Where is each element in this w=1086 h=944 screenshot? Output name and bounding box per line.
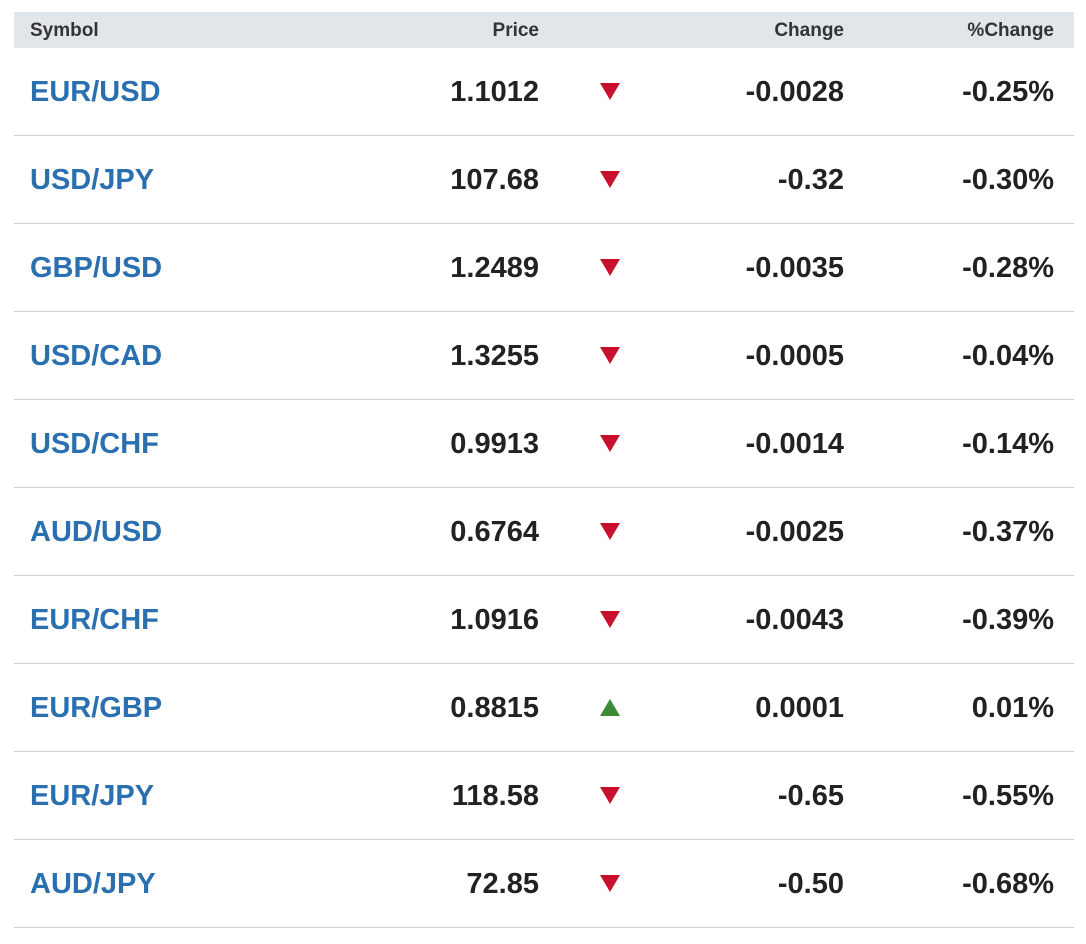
down-arrow-icon: [600, 346, 620, 364]
symbol-link[interactable]: USD/CHF: [30, 400, 159, 488]
direction-cell: [598, 752, 622, 840]
change-value: -0.0005: [745, 340, 844, 372]
change-value: -0.50: [777, 868, 844, 900]
down-arrow-icon: [600, 522, 620, 540]
pct-change-value: -0.25%: [962, 76, 1054, 108]
down-arrow-icon: [600, 258, 620, 276]
change-value: -0.0043: [745, 604, 844, 636]
symbol-link[interactable]: GBP/USD: [30, 224, 162, 312]
pct-change-value: -0.14%: [962, 428, 1054, 460]
symbol-link[interactable]: USD/JPY: [30, 136, 154, 224]
header-price[interactable]: Price: [493, 12, 539, 50]
pct-change-value: -0.68%: [962, 868, 1054, 900]
table-row: EUR/USD 1.1012 -0.0028 -0.25%: [14, 48, 1074, 136]
pct-change-value: -0.39%: [962, 604, 1054, 636]
pct-change-value: -0.55%: [962, 780, 1054, 812]
table-row: AUD/USD 0.6764 -0.0025 -0.37%: [14, 488, 1074, 576]
direction-cell: [598, 136, 622, 224]
symbol-link[interactable]: EUR/GBP: [30, 664, 162, 752]
pct-change-value: -0.30%: [962, 164, 1054, 196]
pct-change-value: -0.37%: [962, 516, 1054, 548]
up-arrow-icon: [600, 698, 620, 716]
price-value: 1.2489: [450, 252, 539, 284]
direction-cell: [598, 400, 622, 488]
direction-cell: [598, 664, 622, 752]
table-row: USD/CHF 0.9913 -0.0014 -0.14%: [14, 400, 1074, 488]
change-value: -0.0014: [745, 428, 844, 460]
symbol-link[interactable]: EUR/CHF: [30, 576, 159, 664]
change-value: -0.65: [777, 780, 844, 812]
table-row: GBP/USD 1.2489 -0.0035 -0.28%: [14, 224, 1074, 312]
header-pct-change[interactable]: %Change: [967, 12, 1054, 50]
direction-cell: [598, 840, 622, 928]
table-header: Symbol Price Change %Change: [14, 12, 1074, 48]
symbol-link[interactable]: AUD/USD: [30, 488, 162, 576]
price-value: 1.0916: [450, 604, 539, 636]
pct-change-value: 0.01%: [971, 692, 1054, 724]
change-value: -0.0025: [745, 516, 844, 548]
direction-cell: [598, 488, 622, 576]
pct-change-value: -0.28%: [962, 252, 1054, 284]
table-row: EUR/CHF 1.0916 -0.0043 -0.39%: [14, 576, 1074, 664]
down-arrow-icon: [600, 170, 620, 188]
change-value: -0.0035: [745, 252, 844, 284]
price-value: 0.9913: [450, 428, 539, 460]
price-value: 107.68: [450, 164, 539, 196]
direction-cell: [598, 48, 622, 136]
pct-change-value: -0.04%: [962, 340, 1054, 372]
symbol-link[interactable]: AUD/JPY: [30, 840, 156, 928]
price-value: 1.3255: [450, 340, 539, 372]
table-row: EUR/GBP 0.8815 0.0001 0.01%: [14, 664, 1074, 752]
change-value: -0.32: [777, 164, 844, 196]
direction-cell: [598, 576, 622, 664]
change-value: -0.0028: [745, 76, 844, 108]
price-value: 118.58: [451, 780, 539, 812]
currency-quotes-table: Symbol Price Change %Change EUR/USD 1.10…: [14, 12, 1074, 928]
down-arrow-icon: [600, 610, 620, 628]
down-arrow-icon: [600, 82, 620, 100]
symbol-link[interactable]: EUR/JPY: [30, 752, 154, 840]
direction-cell: [598, 224, 622, 312]
price-value: 1.1012: [450, 76, 539, 108]
header-change[interactable]: Change: [774, 12, 844, 50]
table-row: USD/CAD 1.3255 -0.0005 -0.04%: [14, 312, 1074, 400]
down-arrow-icon: [600, 786, 620, 804]
symbol-link[interactable]: USD/CAD: [30, 312, 162, 400]
down-arrow-icon: [600, 874, 620, 892]
table-row: AUD/JPY 72.85 -0.50 -0.68%: [14, 840, 1074, 928]
header-symbol[interactable]: Symbol: [30, 12, 99, 50]
price-value: 0.6764: [450, 516, 539, 548]
table-body: EUR/USD 1.1012 -0.0028 -0.25% USD/JPY 10…: [14, 48, 1074, 928]
direction-cell: [598, 312, 622, 400]
table-row: USD/JPY 107.68 -0.32 -0.30%: [14, 136, 1074, 224]
symbol-link[interactable]: EUR/USD: [30, 48, 161, 136]
table-row: EUR/JPY 118.58 -0.65 -0.55%: [14, 752, 1074, 840]
down-arrow-icon: [600, 434, 620, 452]
price-value: 72.85: [466, 868, 539, 900]
change-value: 0.0001: [755, 692, 844, 724]
price-value: 0.8815: [450, 692, 539, 724]
